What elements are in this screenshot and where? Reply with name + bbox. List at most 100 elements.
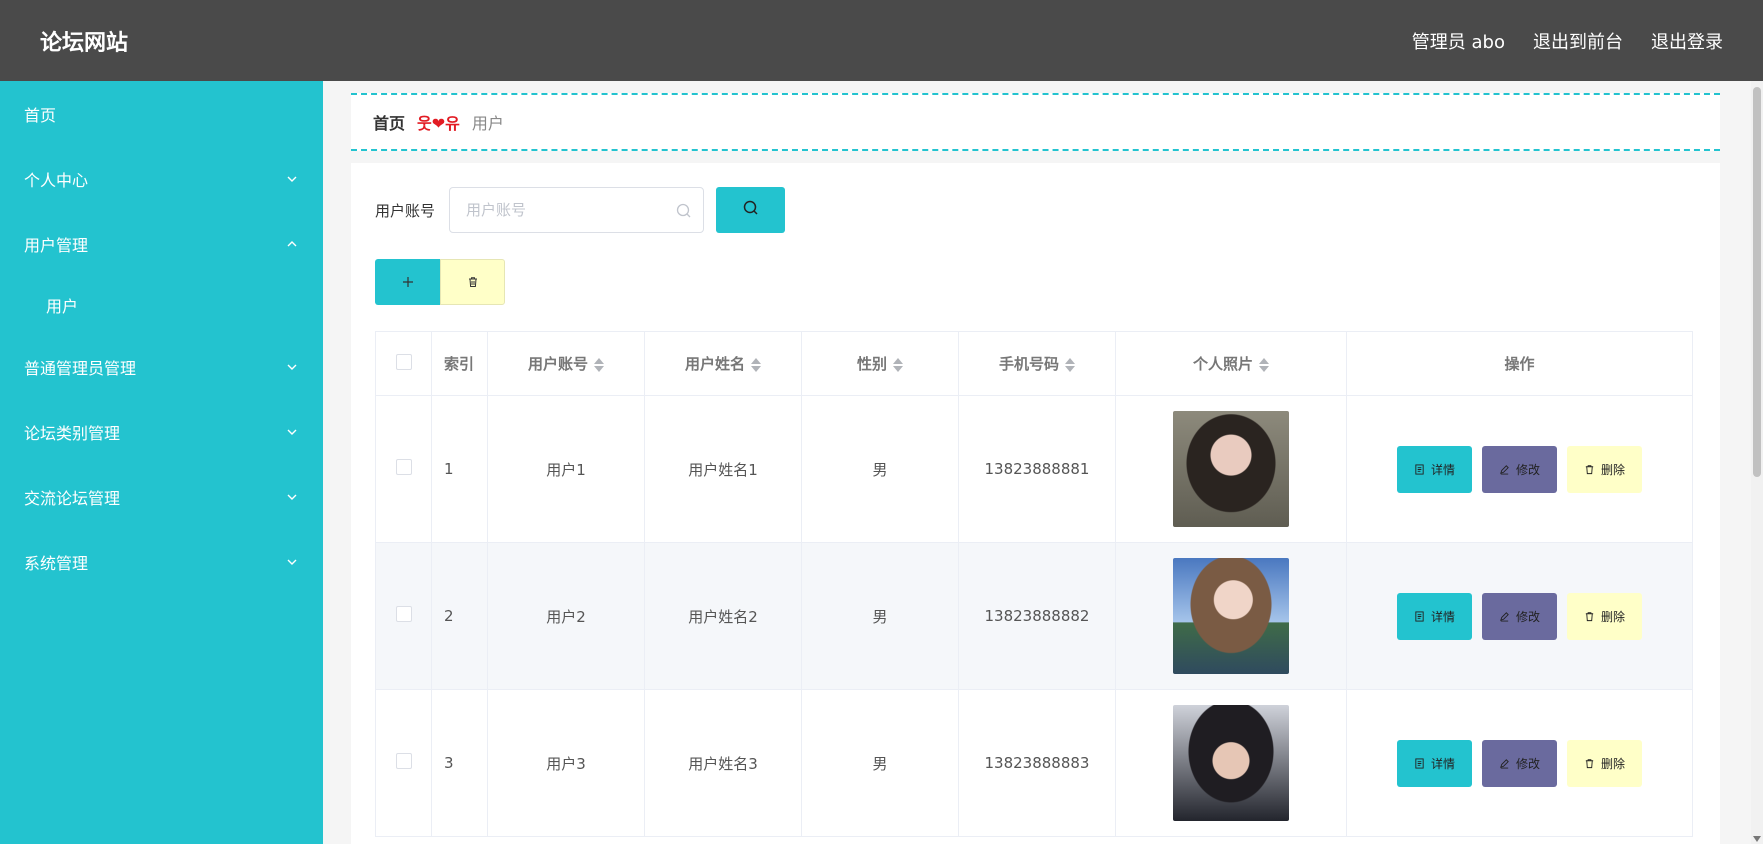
col-phone[interactable]: 手机号码 xyxy=(958,331,1116,396)
cell-account: 用户1 xyxy=(487,395,645,543)
row-checkbox[interactable] xyxy=(395,753,412,769)
top-header: 论坛网站 管理员 abo 退出到前台 退出登录 xyxy=(0,0,1763,81)
delete-label: 删除 xyxy=(1600,756,1625,771)
edit-label: 修改 xyxy=(1515,462,1540,477)
detail-button[interactable]: 详情 xyxy=(1397,445,1472,493)
table-row: 2 用户2 用户姓名2 男 13823888882 详情 修改 删除 xyxy=(375,542,1693,690)
col-gender[interactable]: 性别 xyxy=(801,331,959,396)
cell-photo xyxy=(1115,542,1347,690)
detail-button[interactable]: 详情 xyxy=(1397,739,1472,787)
logout-link[interactable]: 退出登录 xyxy=(1651,28,1723,54)
breadcrumb-home[interactable]: 首页 xyxy=(373,110,405,134)
search-label: 用户账号 xyxy=(375,201,436,220)
sort-icon[interactable] xyxy=(594,357,604,373)
add-button[interactable] xyxy=(375,259,440,305)
detail-label: 详情 xyxy=(1430,756,1455,771)
cell-ops: 详情 修改 删除 xyxy=(1346,395,1693,543)
page-scrollbar[interactable] xyxy=(1751,81,1763,844)
select-all-checkbox[interactable] xyxy=(395,353,412,370)
search-icon xyxy=(742,199,760,221)
delete-button[interactable]: 删除 xyxy=(1567,592,1642,640)
sidebar-item-label: 首页 xyxy=(24,105,57,125)
delete-button[interactable]: 删除 xyxy=(1567,739,1642,787)
col-index: 索引 xyxy=(431,331,488,396)
delete-label: 删除 xyxy=(1600,609,1625,624)
col-name[interactable]: 用户姓名 xyxy=(644,331,802,396)
header-actions: 管理员 abo 退出到前台 退出登录 xyxy=(1412,28,1723,54)
breadcrumb: 首页 웃❤유 用户 xyxy=(351,93,1720,151)
sidebar-item-admin-management[interactable]: 普通管理员管理 xyxy=(0,334,323,399)
pencil-icon xyxy=(1500,464,1509,475)
user-photo[interactable] xyxy=(1173,411,1289,527)
breadcrumb-current: 用户 xyxy=(471,114,504,133)
chevron-down-icon xyxy=(283,358,301,376)
detail-label: 详情 xyxy=(1430,609,1455,624)
cell-photo xyxy=(1115,395,1347,543)
sort-icon[interactable] xyxy=(893,357,903,373)
sidebar-item-forum-management[interactable]: 交流论坛管理 xyxy=(0,464,323,529)
batch-delete-button[interactable] xyxy=(440,259,505,305)
edit-button[interactable]: 修改 xyxy=(1482,445,1557,493)
sidebar-item-forum-category[interactable]: 论坛类别管理 xyxy=(0,399,323,464)
edit-button[interactable]: 修改 xyxy=(1482,592,1557,640)
scroll-down-arrow-icon[interactable] xyxy=(1753,836,1761,842)
cell-gender: 男 xyxy=(801,395,959,543)
sidebar-item-label: 普通管理员管理 xyxy=(24,358,137,378)
admin-user-label: 管理员 abo xyxy=(1411,31,1505,53)
sidebar-item-label: 交流论坛管理 xyxy=(24,488,121,508)
col-photo[interactable]: 个人照片 xyxy=(1115,331,1347,396)
sort-icon[interactable] xyxy=(1259,357,1269,373)
main-content: 首页 웃❤유 用户 用户账号 用户账号 索引 用户账号 用户姓名 性别 手机号码… xyxy=(323,81,1763,844)
detail-button[interactable]: 详情 xyxy=(1397,592,1472,640)
cell-gender: 男 xyxy=(801,542,959,690)
col-account-label: 用户账号 xyxy=(527,355,588,373)
trash-icon xyxy=(1585,611,1594,621)
sidebar-item-user[interactable]: 用户 xyxy=(0,276,323,334)
row-checkbox[interactable] xyxy=(395,459,412,475)
search-icon xyxy=(675,202,693,220)
user-photo[interactable] xyxy=(1173,558,1289,674)
sidebar-menu: 首页 个人中心 用户管理 用户 普通管理员管理 论坛类别管理 交流论坛管理 系统… xyxy=(0,81,323,844)
sidebar-item-label: 用户管理 xyxy=(24,235,89,255)
exit-to-front-link[interactable]: 退出到前台 xyxy=(1533,28,1623,54)
cell-index: 2 xyxy=(431,542,488,690)
sidebar-item-home[interactable]: 首页 xyxy=(0,81,323,146)
scroll-thumb[interactable] xyxy=(1753,87,1761,477)
sidebar-item-system[interactable]: 系统管理 xyxy=(0,529,323,594)
site-brand: 论坛网站 xyxy=(40,30,129,56)
table-header-row: 索引 用户账号 用户姓名 性别 手机号码 个人照片 操作 xyxy=(375,331,1693,396)
sort-icon[interactable] xyxy=(1065,357,1075,373)
sidebar-item-user-management[interactable]: 用户管理 xyxy=(0,211,323,276)
col-account[interactable]: 用户账号 xyxy=(487,331,645,396)
row-checkbox[interactable] xyxy=(395,606,412,622)
sidebar-item-personal-center[interactable]: 个人中心 xyxy=(0,146,323,211)
pencil-icon xyxy=(1500,758,1509,769)
cell-account: 用户2 xyxy=(487,542,645,690)
document-icon xyxy=(1415,610,1424,622)
detail-label: 详情 xyxy=(1430,462,1455,477)
col-phone-label: 手机号码 xyxy=(998,355,1059,373)
search-row: 用户账号 xyxy=(375,187,786,233)
delete-button[interactable]: 删除 xyxy=(1567,445,1642,493)
sidebar-item-label: 系统管理 xyxy=(24,553,89,573)
search-box xyxy=(449,187,705,233)
chevron-up-icon xyxy=(283,235,301,253)
sort-icon[interactable] xyxy=(751,357,761,373)
sidebar-item-label: 用户 xyxy=(46,297,79,316)
cell-photo xyxy=(1115,689,1347,837)
delete-label: 删除 xyxy=(1600,462,1625,477)
col-name-label: 用户姓名 xyxy=(684,355,745,373)
row-select-cell xyxy=(375,542,432,690)
edit-button[interactable]: 修改 xyxy=(1482,739,1557,787)
cell-name: 用户姓名1 xyxy=(644,395,802,543)
sidebar-item-label: 个人中心 xyxy=(24,170,89,190)
cell-account: 用户3 xyxy=(487,689,645,837)
search-input[interactable] xyxy=(450,188,704,232)
trash-icon xyxy=(1585,464,1594,474)
table-row: 1 用户1 用户姓名1 男 13823888881 详情 修改 删除 xyxy=(375,395,1693,543)
action-row xyxy=(375,259,505,305)
user-photo[interactable] xyxy=(1173,705,1289,821)
edit-label: 修改 xyxy=(1515,756,1540,771)
search-button[interactable] xyxy=(716,187,786,233)
chevron-down-icon xyxy=(283,170,301,188)
